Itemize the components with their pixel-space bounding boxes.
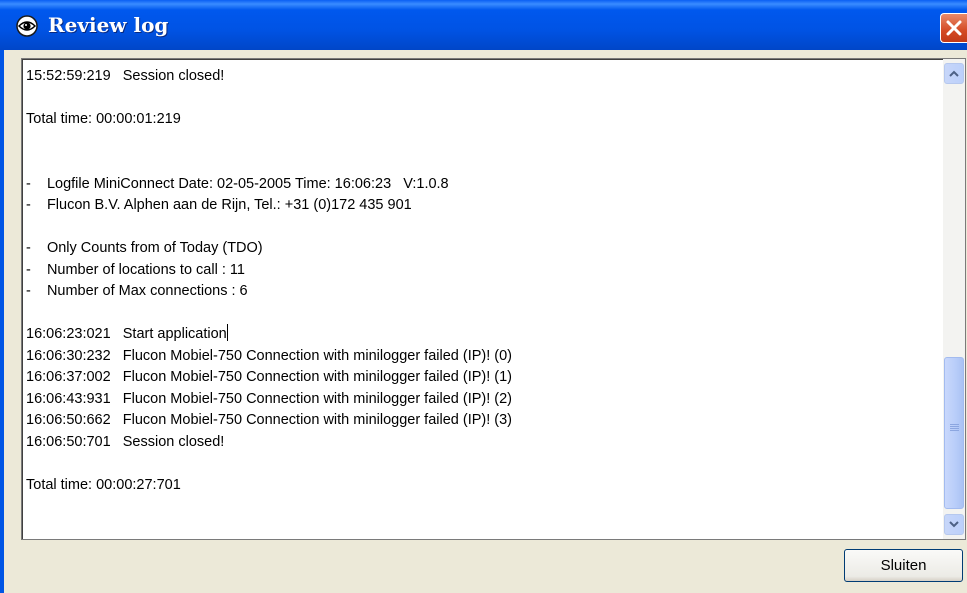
log-line: 16:06:43:931 Flucon Mobiel-750 Connectio… <box>26 390 513 407</box>
log-textbox[interactable]: 15:52:59:219 Session closed! Total time: … <box>21 58 966 540</box>
log-content[interactable]: 15:52:59:219 Session closed! Total time: … <box>26 66 936 536</box>
log-line: - Only Counts from of Today (TDO) <box>26 240 263 256</box>
log-line: 16:06:37:002 Flucon Mobiel-750 Connectio… <box>26 369 513 385</box>
log-line: 16:06:30:232 Flucon Mobiel-750 Connectio… <box>26 347 513 364</box>
scroll-up-button[interactable] <box>944 63 964 84</box>
review-log-window: Review log 15:52:59:219 Session closed! T… <box>0 0 967 593</box>
window-title: Review log <box>48 13 169 37</box>
window-frame-left <box>0 50 4 593</box>
log-line: 15:52:59:219 Session closed! <box>26 68 225 84</box>
log-line: - Flucon B.V. Alphen aan de Rijn, Tel.: … <box>26 197 412 213</box>
title-bar[interactable]: Review log <box>0 0 967 50</box>
grip-icon <box>950 424 959 432</box>
scroll-down-button[interactable] <box>944 514 964 535</box>
log-line: - Number of Max connections : 6 <box>26 283 248 299</box>
eye-icon <box>16 15 38 37</box>
log-line: 16:06:50:662 Flucon Mobiel-750 Connectio… <box>26 412 513 428</box>
log-line: - Number of locations to call : 11 <box>26 261 245 278</box>
log-line: Total time: 00:00:27:701 <box>26 476 181 493</box>
log-line: Total time: 00:00:01:219 <box>26 111 181 127</box>
vertical-scrollbar[interactable] <box>943 59 965 539</box>
chevron-up-icon <box>949 70 959 77</box>
log-line: 16:06:23:021 Start application <box>26 324 228 342</box>
sluiten-button[interactable]: Sluiten <box>844 549 963 582</box>
chevron-down-icon <box>949 521 959 528</box>
text-caret <box>226 324 228 341</box>
log-line: - Logfile MiniConnect Date: 02-05-2005 T… <box>26 175 449 192</box>
scroll-thumb[interactable] <box>944 357 964 509</box>
close-button[interactable] <box>940 13 967 43</box>
log-line: 16:06:50:701 Session closed! <box>26 433 225 450</box>
close-icon <box>946 20 962 36</box>
